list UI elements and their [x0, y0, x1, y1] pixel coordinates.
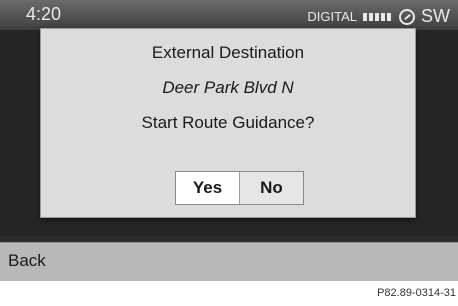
yes-button[interactable]: Yes [176, 172, 240, 204]
radio-label: DIGITAL [307, 9, 357, 24]
compass-icon [399, 8, 415, 25]
no-button[interactable]: No [240, 172, 303, 204]
destination-name: Deer Park Blvd N [162, 78, 294, 97]
dialog-button-group: Yes No [175, 171, 304, 205]
image-reference-code: P82.89-0314-31 [377, 287, 456, 299]
route-guidance-dialog: External Destination Deer Park Blvd N St… [40, 28, 416, 218]
dialog-title: External Destination [151, 43, 305, 62]
status-time: 4:20 [26, 4, 62, 24]
back-button[interactable]: Back [8, 251, 46, 271]
back-bar[interactable]: Back [0, 242, 458, 281]
display-screen: 4:20 DIGITAL SW External Destination Dee… [0, 0, 458, 242]
dialog-question: Start Route Guidance? [141, 113, 315, 132]
status-bar: 4:20 DIGITAL SW [0, 0, 458, 30]
status-right: DIGITAL SW [307, 6, 450, 27]
signal-strength-icon [363, 12, 393, 21]
compass-heading: SW [421, 6, 450, 26]
